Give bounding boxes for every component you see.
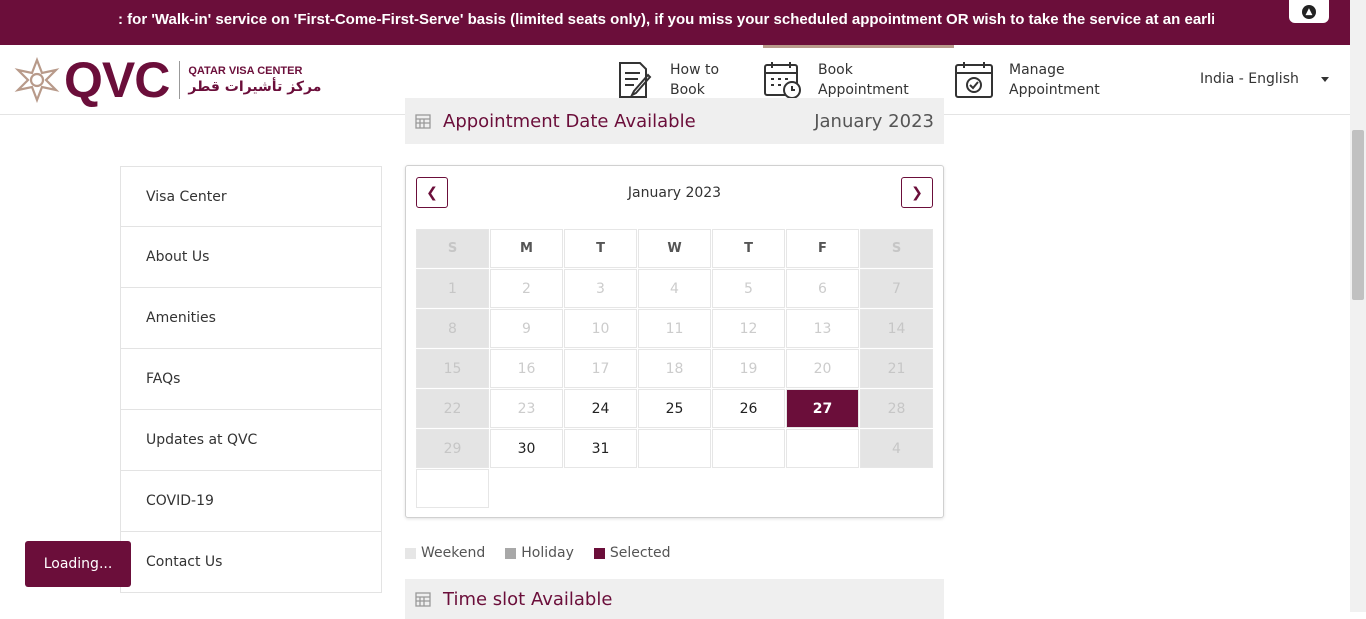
caret-down-icon[interactable] — [1321, 77, 1329, 82]
sidebar-item-faqs[interactable]: FAQs — [120, 349, 382, 410]
calendar-day: 17 — [564, 349, 637, 388]
sidebar-item-about-us[interactable]: About Us — [120, 227, 382, 288]
calendar-day: 4 — [860, 429, 933, 468]
calendar-day: 21 — [860, 349, 933, 388]
calendar-day: 20 — [786, 349, 859, 388]
nav-label-line2: Appointment — [818, 82, 909, 98]
legend-swatch-holiday — [505, 547, 517, 559]
calendar-day[interactable]: 31 — [564, 429, 637, 468]
legend-holiday: Holiday — [505, 545, 574, 561]
calendar-icon — [415, 592, 431, 607]
legend-swatch-selected — [593, 547, 605, 559]
sidebar-item-covid[interactable]: COVID-19 — [120, 471, 382, 532]
sidebar-item-contact-us[interactable]: Contact Us — [120, 532, 382, 593]
calendar-day: 10 — [564, 309, 637, 348]
calendar-day: 29 — [416, 429, 489, 468]
sidebar-item-visa-center[interactable]: Visa Center — [120, 166, 382, 227]
calendar-day: 5 — [712, 269, 785, 308]
weekday-header: M — [490, 229, 563, 268]
logo-name-english: QATAR VISA CENTER — [188, 65, 303, 77]
weekday-header: S — [416, 229, 489, 268]
scroll-top-button[interactable]: ▲ — [1289, 0, 1329, 23]
calendar-day: 28 — [860, 389, 933, 428]
qvc-logo[interactable]: QVC QATAR VISA CENTER مركز تأشيرات قطر — [14, 55, 321, 105]
calendar-day: 8 — [416, 309, 489, 348]
language-selector[interactable]: India - English — [1200, 71, 1299, 87]
calendar-day — [786, 429, 859, 468]
legend-label: Weekend — [421, 545, 486, 561]
calendar-day[interactable]: 25 — [638, 389, 711, 428]
calendar-day[interactable]: 30 — [490, 429, 563, 468]
calendar-day: 12 — [712, 309, 785, 348]
nav-label-line1: Book — [818, 62, 853, 78]
next-month-button[interactable]: ❯ — [901, 177, 933, 208]
legend-swatch-weekend — [405, 547, 416, 559]
appointment-month-label: January 2023 — [814, 110, 934, 132]
logo-divider — [179, 61, 181, 99]
weekday-header: W — [638, 229, 711, 268]
calendar-check-icon — [955, 62, 993, 98]
calendar-day — [712, 429, 785, 468]
page-scrollbar[interactable] — [1350, 0, 1366, 612]
calendar-day: 23 — [490, 389, 563, 428]
calendar-day[interactable]: 26 — [712, 389, 785, 428]
calendar-day: 13 — [786, 309, 859, 348]
calendar-legend: Weekend Holiday Selected — [405, 545, 691, 561]
time-slot-label: Time slot Available — [443, 588, 613, 610]
appointment-calendar: ❮ January 2023 ❯ S M T W T F S 1 2 3 4 5 6 7 8 9 10 11 12 1… — [405, 165, 944, 518]
legend-weekend: Weekend — [405, 545, 485, 561]
calendar-clock-icon — [764, 62, 801, 99]
calendar-day: 16 — [490, 349, 563, 388]
sidebar-menu: Visa Center About Us Amenities FAQs Upda… — [120, 166, 382, 593]
weekday-header: T — [712, 229, 785, 268]
calendar-day: 6 — [786, 269, 859, 308]
announcement-ticker: : for 'Walk-in' service on 'First-Come-F… — [0, 0, 1366, 45]
calendar-day: 1 — [416, 269, 489, 308]
calendar-day: 11 — [638, 309, 711, 348]
logo-wordmark: QVC — [64, 52, 170, 108]
calendar-day: 18 — [638, 349, 711, 388]
nav-label-line2: Book — [670, 82, 705, 98]
calendar-day: 19 — [712, 349, 785, 388]
weekday-header: F — [786, 229, 859, 268]
nav-label-line1: Manage — [1009, 62, 1065, 78]
star-emblem-icon — [14, 57, 60, 103]
document-pen-icon — [619, 62, 652, 98]
calendar-day: 3 — [564, 269, 637, 308]
scrollbar-thumb[interactable] — [1352, 130, 1364, 300]
weekday-header: S — [860, 229, 933, 268]
logo-name-arabic: مركز تأشيرات قطر — [188, 79, 322, 95]
appointment-date-header: Appointment Date Available January 2023 — [405, 98, 944, 144]
calendar-day: 9 — [490, 309, 563, 348]
nav-manage-appointment[interactable]: Manage Appointment — [953, 45, 1119, 115]
calendar-day: 14 — [860, 309, 933, 348]
sidebar-item-updates[interactable]: Updates at QVC — [120, 410, 382, 471]
chevron-right-icon: ❯ — [911, 184, 923, 201]
calendar-day: 7 — [860, 269, 933, 308]
time-slot-header: Time slot Available — [405, 579, 944, 619]
loading-indicator: Loading... — [25, 541, 131, 587]
chevron-up-icon: ▲ — [1302, 4, 1316, 19]
calendar-day-selected[interactable]: 27 — [786, 389, 859, 428]
calendar-day — [638, 429, 711, 468]
ticker-text: : for 'Walk-in' service on 'First-Come-F… — [118, 11, 1214, 28]
legend-label: Holiday — [521, 545, 574, 561]
legend-selected: Selected — [593, 545, 671, 561]
appointment-date-label: Appointment Date Available — [443, 110, 696, 132]
calendar-day: 15 — [416, 349, 489, 388]
calendar-icon — [415, 114, 431, 129]
nav-label-line1: How to — [670, 62, 720, 78]
nav-label-line2: Appointment — [1009, 82, 1100, 98]
weekday-header: T — [564, 229, 637, 268]
calendar-day: 22 — [416, 389, 489, 428]
sidebar-item-amenities[interactable]: Amenities — [120, 288, 382, 349]
calendar-day — [416, 469, 489, 508]
calendar-title: January 2023 — [627, 185, 722, 201]
legend-label: Selected — [609, 545, 671, 561]
calendar-day: 2 — [490, 269, 563, 308]
calendar-day: 4 — [638, 269, 711, 308]
calendar-day[interactable]: 24 — [564, 389, 637, 428]
